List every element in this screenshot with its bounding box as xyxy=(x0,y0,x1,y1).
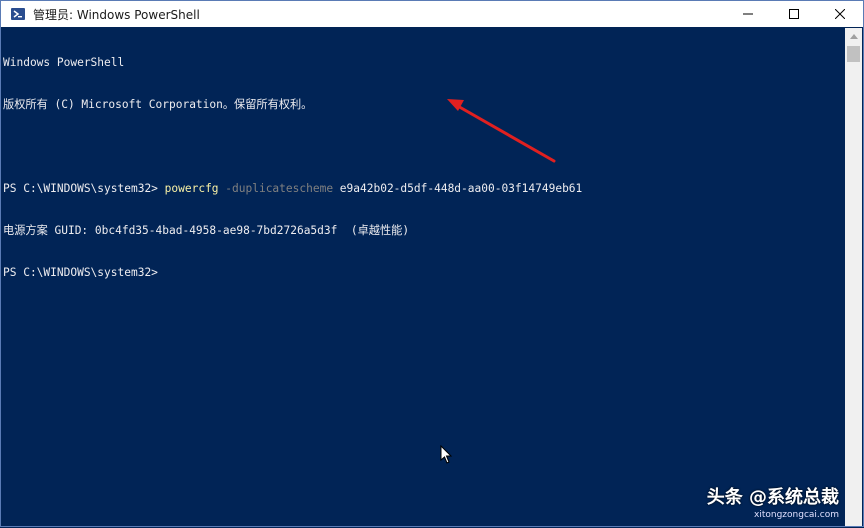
annotation-arrow xyxy=(447,99,556,163)
mouse-cursor-icon xyxy=(440,445,453,464)
watermark-url: xitongzongcai.com xyxy=(754,510,839,520)
watermark: 头条 @系统总裁 xitongzongcai.com xyxy=(707,483,839,520)
watermark-text: 头条 @系统总裁 xyxy=(706,487,839,508)
powershell-window: 管理员: Windows PowerShell Windows PowerShe… xyxy=(0,0,864,527)
